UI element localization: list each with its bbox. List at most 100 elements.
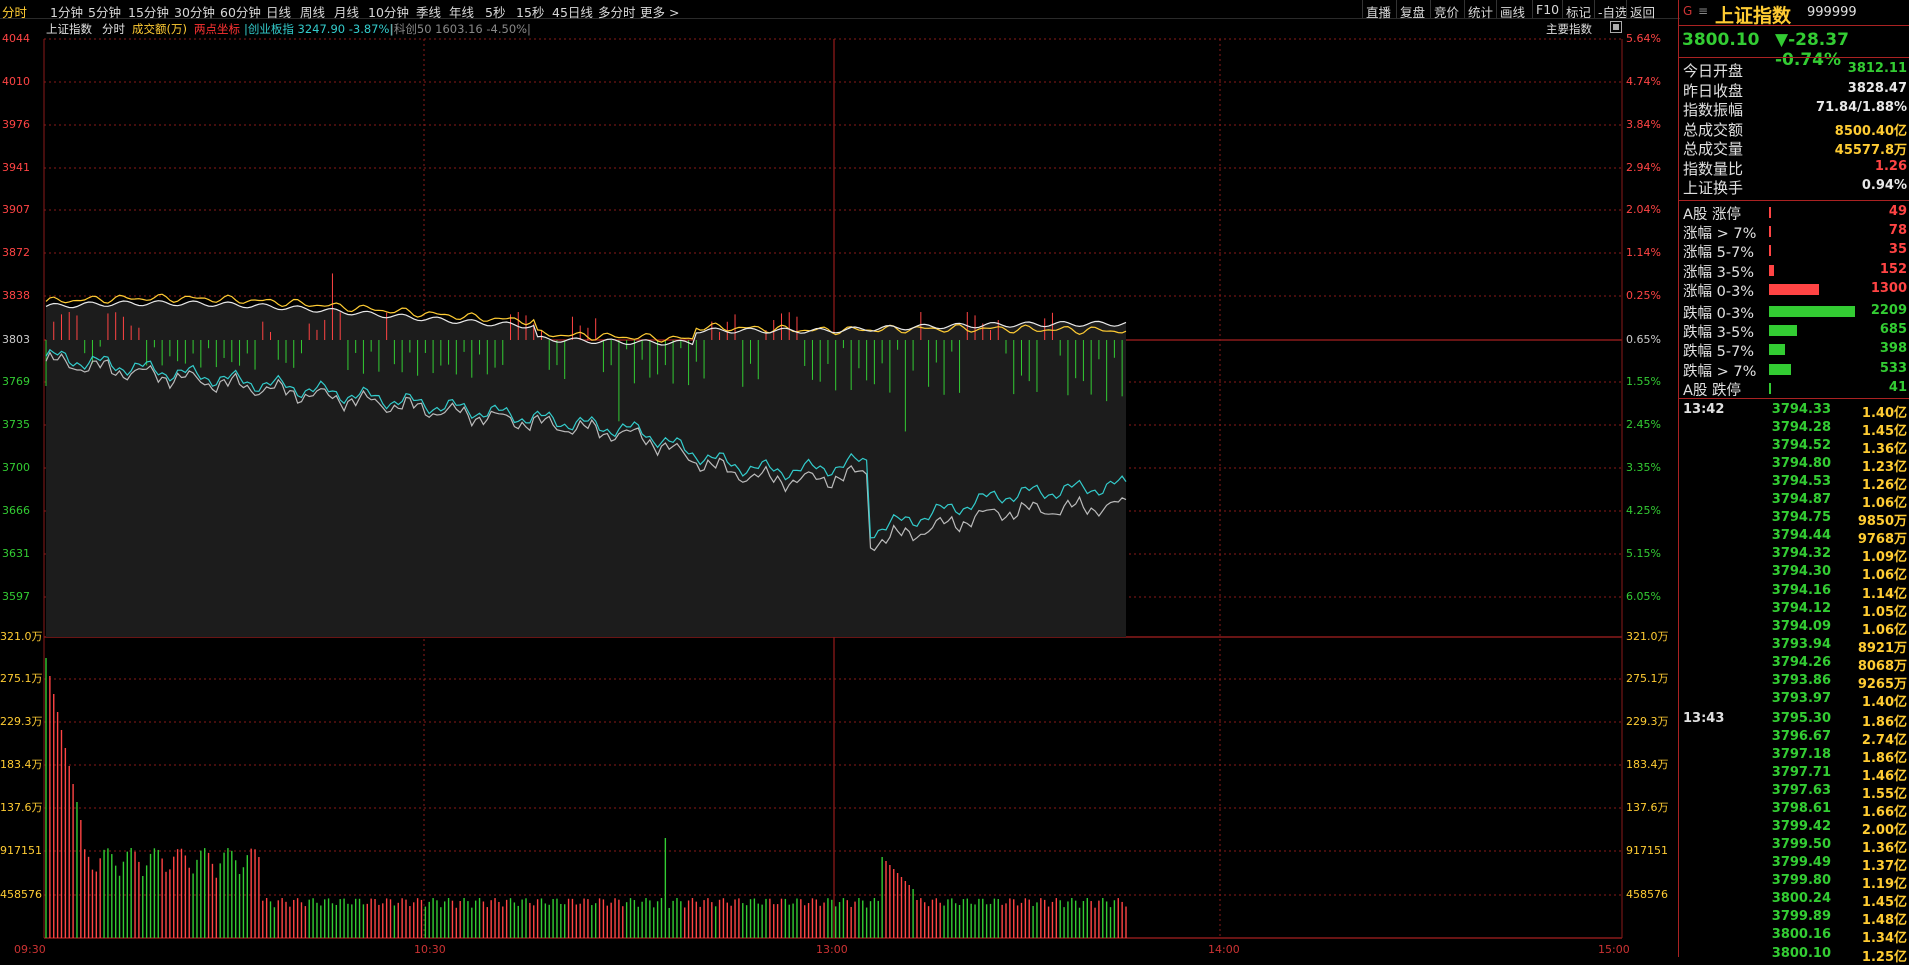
period-tab-14[interactable]: 45日线 (552, 2, 593, 21)
tick-row: 3800.16 1.34亿 (1679, 927, 1909, 946)
breadth-row[interactable]: 涨幅 3-5% 152 (1679, 261, 1909, 281)
tick-price: 3797.18 (1771, 746, 1831, 762)
period-tab-1[interactable]: 1分钟 (50, 2, 83, 21)
stat-row: 总成交额 8500.40亿 (1679, 119, 1909, 139)
breadth-bar (1769, 325, 1797, 337)
tick-row: 3794.44 9768万 (1679, 528, 1909, 548)
stat-row: 昨日收盘 3828.47 (1679, 80, 1909, 100)
breadth-row[interactable]: 跌幅 0-3% 2209 (1679, 302, 1909, 322)
tool-button-8[interactable]: 返回 (1630, 2, 1655, 21)
period-tab-5[interactable]: 60分钟 (220, 2, 261, 21)
breadth-row[interactable]: 跌幅 5-7% 398 (1679, 340, 1909, 360)
breadth-count: 1300 (1870, 280, 1907, 296)
tool-button-6[interactable]: 标记 (1566, 2, 1591, 21)
period-tab-12[interactable]: 5秒 (485, 2, 505, 21)
tool-button-5[interactable]: F10 (1536, 2, 1559, 17)
intraday-chart[interactable] (0, 0, 1678, 957)
tick-row: 3794.12 1.05亿 (1679, 600, 1909, 620)
breadth-row[interactable]: 跌幅 > 7% 533 (1679, 360, 1909, 380)
price-axis-label: 3769 (2, 375, 30, 388)
tool-button-0[interactable]: 直播 (1366, 2, 1391, 21)
breadth-row[interactable]: 跌幅 3-5% 685 (1679, 321, 1909, 342)
tool-button-4[interactable]: 画线 (1500, 2, 1525, 21)
breadth-bar (1769, 382, 1771, 394)
price-axis-label: 3597 (2, 590, 30, 603)
time-axis-label: 09:30 (14, 943, 46, 956)
period-tab-16[interactable]: 更多 > (640, 2, 679, 21)
breadth-count: 49 (1888, 204, 1907, 219)
legend-crosshair-button[interactable]: 两点坐标 (194, 21, 240, 37)
stat-value: 1.26 (1874, 158, 1907, 174)
menu-icon[interactable]: ≡ (1698, 4, 1708, 18)
tick-row: 3796.67 2.74亿 (1679, 729, 1909, 748)
period-tab-7[interactable]: 周线 (300, 2, 325, 21)
volume-axis-label: 275.1万 (0, 672, 43, 685)
stat-value: 71.84/1.88% (1816, 100, 1907, 115)
legend-mode: 分时 (102, 22, 125, 36)
tick-row: 3794.26 8068万 (1679, 655, 1909, 674)
tool-button-1[interactable]: 复盘 (1400, 2, 1425, 21)
tool-button-2[interactable]: 竞价 (1434, 2, 1459, 21)
breadth-row[interactable]: 涨幅 0-3% 1300 (1679, 280, 1909, 300)
breadth-label: A股 涨停 (1683, 207, 1742, 223)
tick-price: 3798.61 (1771, 801, 1831, 817)
overlay-star50-line (45, 351, 1127, 552)
breadth-bar (1769, 207, 1771, 218)
stat-label: 指数振幅 (1683, 101, 1744, 119)
period-tab-3[interactable]: 15分钟 (128, 2, 169, 21)
tool-button-7[interactable]: -自选 (1598, 2, 1628, 21)
overlay-chinext-line (45, 348, 1127, 539)
breadth-row[interactable]: 涨幅 > 7% 78 (1679, 222, 1909, 242)
period-tab-10[interactable]: 季线 (416, 2, 441, 21)
advance-decline-bars (45, 273, 1123, 432)
tick-price: 3794.12 (1771, 600, 1831, 616)
period-tab-0[interactable]: 分时 (2, 2, 27, 21)
tick-price: 3799.49 (1771, 855, 1831, 871)
period-tab-9[interactable]: 10分钟 (368, 2, 409, 21)
stat-row: 今日开盘 3812.11 (1679, 60, 1909, 80)
price-axis-label: 4010 (2, 75, 30, 88)
stat-label: 昨日收盘 (1683, 81, 1744, 100)
stat-label: 总成交额 (1683, 120, 1744, 139)
tick-price: 3793.86 (1771, 672, 1831, 688)
breadth-label: 跌幅 3-5% (1683, 325, 1755, 342)
tool-button-3[interactable]: 统计 (1468, 2, 1493, 21)
tick-row: 3793.94 8921万 (1679, 637, 1909, 656)
tick-price: 3794.52 (1771, 438, 1831, 454)
time-axis-label: 15:00 (1598, 943, 1630, 956)
breadth-row[interactable]: A股 涨停 49 (1679, 203, 1909, 223)
group-label[interactable]: G (1683, 4, 1692, 18)
tick-row: 3793.97 1.40亿 (1679, 690, 1909, 710)
main-indicator-toggle[interactable] (1610, 21, 1622, 33)
tick-price: 3794.44 (1771, 528, 1831, 544)
price-axis-label: 3976 (2, 118, 30, 131)
pct-axis-label: 3.84% (1626, 118, 1661, 131)
legend-overlay-chinext[interactable]: |创业板指 3247.90 -3.87%| (244, 21, 393, 37)
breadth-count: 533 (1879, 360, 1907, 376)
tick-row: 3799.89 1.48亿 (1679, 909, 1909, 929)
period-tab-8[interactable]: 月线 (334, 2, 359, 21)
breadth-row[interactable]: 涨幅 5-7% 35 (1679, 241, 1909, 261)
tick-amount: 9768万 (1857, 532, 1907, 548)
period-tab-11[interactable]: 年线 (449, 2, 474, 21)
legend-overlay-star50[interactable]: |科创50 1603.16 -4.50%| (390, 21, 531, 37)
time-axis-label: 14:00 (1208, 943, 1240, 956)
breadth-label: 涨幅 0-3% (1683, 283, 1755, 300)
volume-axis-label-right: 458576 (1626, 888, 1668, 901)
quote-title: G ≡ 上证指数 999999 (1683, 1, 1908, 27)
tick-row: 3799.42 2.00亿 (1679, 819, 1909, 838)
period-tab-13[interactable]: 15秒 (516, 2, 544, 21)
tick-amount: 1.48亿 (1861, 913, 1907, 929)
breadth-row[interactable]: A股 跌停 41 (1679, 379, 1909, 399)
tick-price: 3799.80 (1771, 873, 1831, 889)
period-tab-4[interactable]: 30分钟 (174, 2, 215, 21)
tick-price: 3800.10 (1771, 945, 1831, 961)
tick-price: 3793.97 (1771, 690, 1831, 706)
period-tab-6[interactable]: 日线 (266, 2, 291, 21)
period-tab-2[interactable]: 5分钟 (88, 2, 121, 21)
period-tab-15[interactable]: 多分时 (598, 2, 636, 21)
tick-row: 3797.18 1.86亿 (1679, 746, 1909, 766)
main-indicator-button[interactable]: 主要指数 (1546, 21, 1592, 37)
breadth-bar (1769, 283, 1820, 295)
tick-row: 3794.75 9850万 (1679, 510, 1909, 529)
